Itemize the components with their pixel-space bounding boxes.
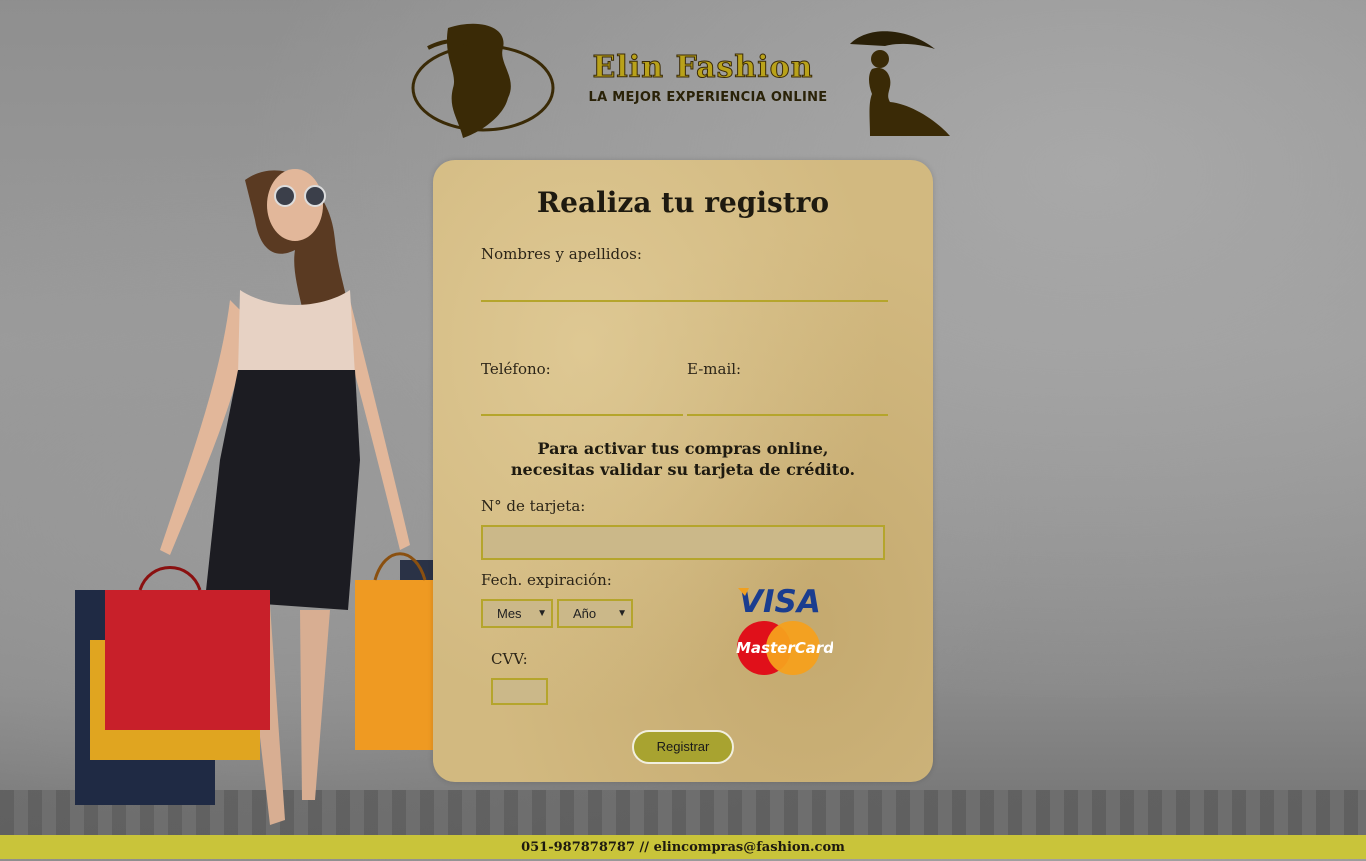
expiry-label: Fech. expiración: bbox=[481, 571, 612, 589]
cvv-input[interactable] bbox=[491, 678, 548, 705]
visa-logo-text: VISA bbox=[739, 584, 821, 620]
chevron-down-icon: ▼ bbox=[537, 608, 547, 619]
brand-logo: Elin Fashion LA MEJOR EXPERIENCIA ONLINE bbox=[408, 18, 960, 143]
month-select-value: Mes bbox=[497, 606, 522, 621]
card-number-label: N° de tarjeta: bbox=[481, 497, 586, 515]
expiry-year-select[interactable]: Año ▼ bbox=[557, 599, 633, 628]
woman-hat-silhouette-right-icon bbox=[850, 31, 950, 136]
card-number-input[interactable] bbox=[481, 525, 885, 560]
expiry-month-select[interactable]: Mes ▼ bbox=[481, 599, 553, 628]
woman-silhouette-left-icon bbox=[411, 23, 555, 138]
phone-label: Teléfono: bbox=[481, 360, 551, 378]
brand-tagline: LA MEJOR EXPERIENCIA ONLINE bbox=[588, 90, 828, 105]
registration-form: Realiza tu registro Nombres y apellidos:… bbox=[433, 160, 933, 782]
phone-input[interactable] bbox=[481, 388, 683, 416]
email-input[interactable] bbox=[687, 388, 888, 416]
mastercard-logo-text: MasterCard bbox=[736, 639, 833, 657]
register-button[interactable]: Registrar bbox=[632, 730, 734, 764]
full-name-input[interactable] bbox=[481, 274, 888, 302]
brand-name: Elin Fashion bbox=[592, 50, 814, 86]
card-validation-notice: Para activar tus compras online, necesit… bbox=[510, 439, 856, 479]
chevron-down-icon: ▼ bbox=[617, 608, 627, 619]
name-label: Nombres y apellidos: bbox=[481, 245, 642, 263]
credit-cards-logo-icon: VISA MasterCard bbox=[736, 584, 833, 675]
email-label: E-mail: bbox=[687, 360, 742, 378]
model-with-shopping-bags-image bbox=[75, 169, 465, 825]
footer-contact: 051-987878787 // elincompras@fashion.com bbox=[0, 835, 1366, 859]
year-select-value: Año bbox=[573, 606, 597, 621]
cvv-label: CVV: bbox=[491, 650, 528, 668]
form-title: Realiza tu registro bbox=[536, 186, 830, 219]
